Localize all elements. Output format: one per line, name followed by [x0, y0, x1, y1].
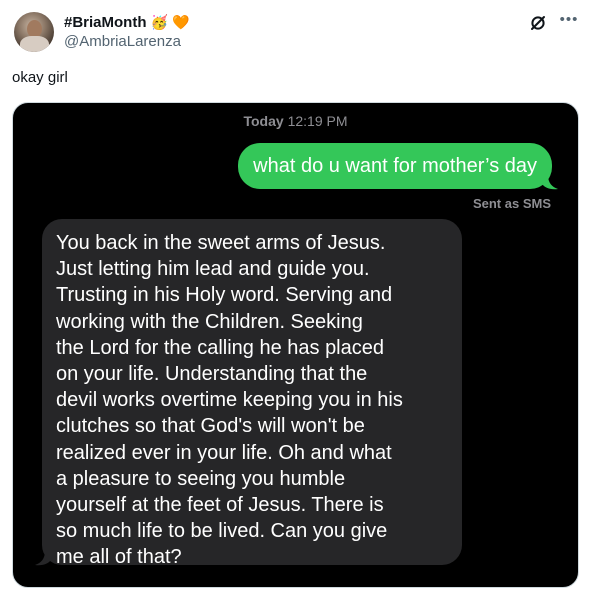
- tweet-header: #BriaMonth 🥳 🧡 @AmbriaLarenza •••: [14, 12, 579, 56]
- message-line: working with the Children. Seeking: [56, 310, 363, 333]
- party-face-emoji: 🥳: [150, 14, 168, 30]
- message-line: yourself at the feet of Jesus. There is: [56, 494, 384, 517]
- orange-heart-emoji: 🧡: [171, 14, 190, 30]
- message-line: devil works overtime keeping you in his: [56, 389, 403, 412]
- message-line: realized ever in your life. Oh and what: [56, 441, 392, 464]
- more-icon[interactable]: •••: [559, 12, 579, 31]
- timestamp-day: Today: [243, 113, 284, 129]
- message-line: Just letting him lead and guide you.: [56, 258, 370, 281]
- grok-icon[interactable]: [529, 14, 547, 32]
- received-bubble-tail: [35, 551, 51, 566]
- sent-status: Sent as SMS: [472, 196, 551, 211]
- message-line: on your life. Understanding that the: [56, 363, 368, 386]
- avatar[interactable]: [14, 12, 54, 52]
- avatar-body: [20, 36, 49, 52]
- message-line: the Lord for the calling he has placed: [56, 336, 384, 359]
- received-message-bubble: You back in the sweet arms of Jesus. Jus…: [42, 219, 462, 565]
- message-line: a pleasure to seeing you humble: [56, 467, 346, 490]
- message-line: You back in the sweet arms of Jesus.: [56, 232, 386, 254]
- sent-bubble-tail: [542, 175, 558, 190]
- message-timestamp: Today 12:19 PM: [13, 113, 578, 129]
- sent-message-bubble: what do u want for mother’s day: [238, 143, 552, 189]
- user-handle[interactable]: @AmbriaLarenza: [64, 33, 181, 50]
- tweet-text: okay girl: [12, 69, 68, 86]
- message-screenshot[interactable]: Today 12:19 PM what do u want for mother…: [12, 102, 579, 588]
- message-line: me all of that?: [56, 546, 182, 565]
- message-line: so much life to be lived. Can you give: [56, 520, 388, 543]
- message-line: Trusting in his Holy word. Serving and: [56, 284, 393, 307]
- display-name[interactable]: #BriaMonth: [64, 14, 147, 31]
- name-row: #BriaMonth 🥳 🧡: [64, 12, 189, 32]
- timestamp-time: 12:19 PM: [287, 113, 348, 129]
- message-line: clutches so that God's will won't be: [56, 415, 365, 438]
